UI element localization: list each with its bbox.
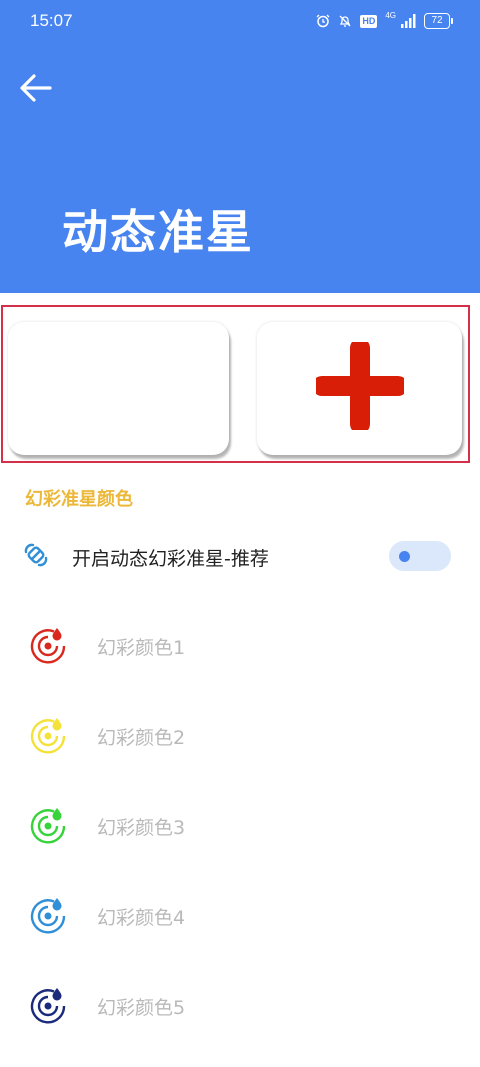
color-drop-icon bbox=[30, 898, 66, 934]
color-item-2[interactable]: 幻彩颜色2 bbox=[0, 704, 480, 768]
network-type: 4G bbox=[385, 11, 396, 20]
alarm-icon bbox=[316, 14, 330, 28]
color-item-4[interactable]: 幻彩颜色4 bbox=[0, 884, 480, 948]
color-item-5[interactable]: 幻彩颜色5 bbox=[0, 974, 480, 1038]
crosshair-preview-card[interactable] bbox=[257, 322, 462, 455]
mute-bell-icon bbox=[339, 15, 351, 27]
back-button[interactable] bbox=[14, 66, 58, 110]
color-label: 幻彩颜色1 bbox=[97, 637, 186, 659]
crosshair-preview-empty[interactable] bbox=[8, 322, 229, 455]
signal-icon bbox=[401, 14, 416, 28]
color-item-3[interactable]: 幻彩颜色3 bbox=[0, 794, 480, 858]
color-drop-icon bbox=[30, 808, 66, 844]
app-header: 15:07 HD 4G 72 动态准星 bbox=[0, 0, 480, 293]
page-title: 动态准星 bbox=[62, 205, 254, 259]
color-label: 幻彩颜色4 bbox=[97, 907, 186, 929]
color-drop-icon bbox=[30, 718, 66, 754]
switch-knob bbox=[399, 551, 410, 562]
color-item-1[interactable]: 幻彩颜色1 bbox=[0, 614, 480, 678]
plus-crosshair-icon bbox=[316, 342, 404, 430]
toggle-label: 开启动态幻彩准星-推荐 bbox=[72, 548, 269, 570]
dynamic-color-toggle-row[interactable]: 开启动态幻彩准星-推荐 bbox=[0, 533, 480, 579]
section-label: 幻彩准星颜色 bbox=[25, 489, 133, 510]
color-label: 幻彩颜色5 bbox=[97, 997, 186, 1019]
battery-indicator: 72 bbox=[424, 13, 453, 29]
color-label: 幻彩颜色2 bbox=[97, 727, 186, 749]
dynamic-color-switch[interactable] bbox=[389, 541, 451, 571]
color-drop-icon bbox=[30, 628, 66, 664]
status-time: 15:07 bbox=[30, 11, 73, 30]
hd-badge: HD bbox=[360, 14, 378, 28]
status-bar: 15:07 HD 4G 72 bbox=[0, 0, 480, 42]
status-icons: HD 4G 72 bbox=[316, 11, 453, 30]
arrow-left-icon bbox=[20, 74, 52, 102]
color-label: 幻彩颜色3 bbox=[97, 817, 186, 839]
color-drop-icon bbox=[30, 988, 66, 1024]
link-icon bbox=[24, 543, 48, 567]
